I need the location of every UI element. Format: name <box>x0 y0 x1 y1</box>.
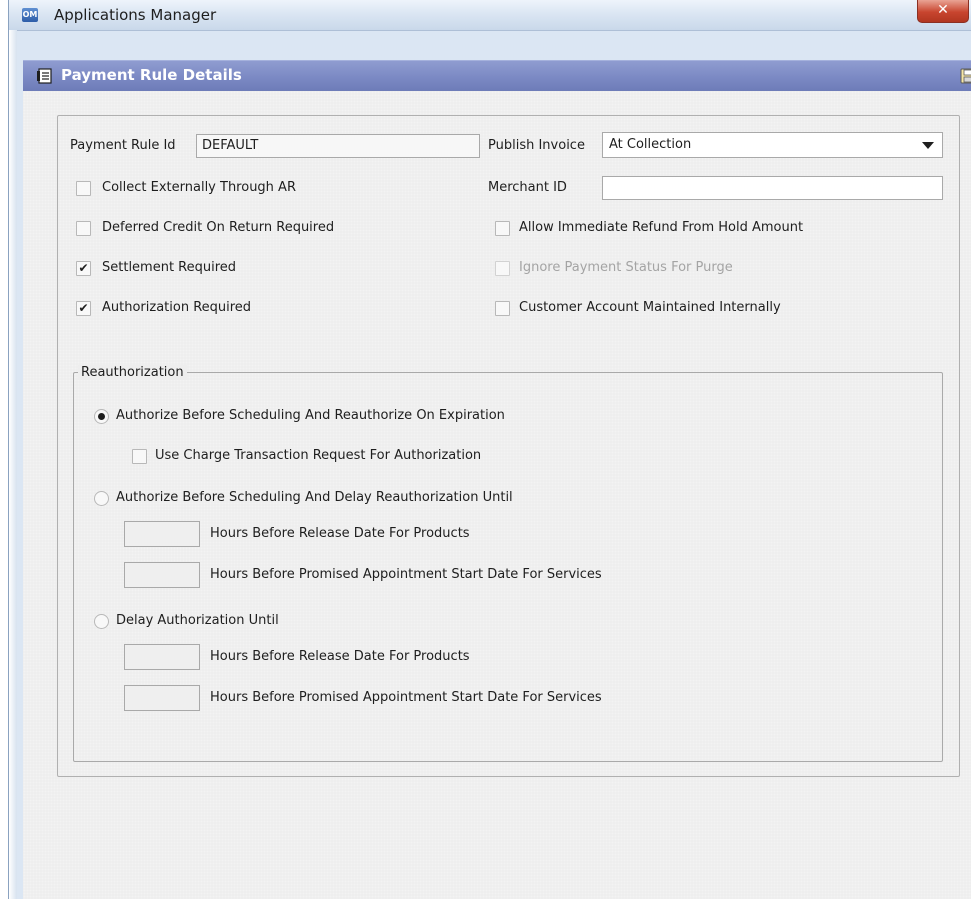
option3-hours-services-label: Hours Before Promised Appointment Start … <box>210 690 602 705</box>
authorization-required-label: Authorization Required <box>102 300 252 315</box>
payment-rule-form: Payment Rule Id DEFAULT Publish Invoice … <box>57 115 960 777</box>
option3-hours-products-field[interactable] <box>124 644 200 670</box>
ignore-payment-status-label: Ignore Payment Status For Purge <box>519 260 733 275</box>
chevron-down-icon[interactable] <box>922 142 934 149</box>
deferred-credit-checkbox[interactable] <box>76 221 91 236</box>
reauthorize-on-expiration-radio[interactable] <box>94 409 109 424</box>
publish-invoice-value: At Collection <box>609 137 692 152</box>
option3-hours-services-field[interactable] <box>124 685 200 711</box>
deferred-credit-label: Deferred Credit On Return Required <box>102 220 335 235</box>
authorization-required-checkbox[interactable]: ✔ <box>76 301 91 316</box>
delay-authorization-label: Delay Authorization Until <box>116 613 279 628</box>
option2-hours-products-field[interactable] <box>124 521 200 547</box>
save-icon[interactable] <box>960 68 971 84</box>
merchant-id-field[interactable] <box>602 176 943 200</box>
option2-hours-services-label: Hours Before Promised Appointment Start … <box>210 567 602 582</box>
panel-header: Payment Rule Details <box>23 60 971 91</box>
delay-reauthorization-radio[interactable] <box>94 491 109 506</box>
option2-hours-services-field[interactable] <box>124 562 200 588</box>
collect-externally-checkbox[interactable] <box>76 181 91 196</box>
delay-reauthorization-label: Authorize Before Scheduling And Delay Re… <box>116 490 513 505</box>
option3-hours-products-label: Hours Before Release Date For Products <box>210 649 470 664</box>
use-charge-transaction-checkbox[interactable] <box>132 449 147 464</box>
panel-title: Payment Rule Details <box>61 66 242 84</box>
customer-account-internal-checkbox[interactable] <box>495 301 510 316</box>
title-bar[interactable]: OM Applications Manager ✕ <box>9 0 971 31</box>
panel-content: Payment Rule Id DEFAULT Publish Invoice … <box>23 91 971 899</box>
merchant-id-label: Merchant ID <box>488 180 567 195</box>
ignore-payment-status-checkbox <box>495 261 510 276</box>
use-charge-transaction-label: Use Charge Transaction Request For Autho… <box>155 448 482 463</box>
application-window: OM Applications Manager ✕ Payment Rule D… <box>8 0 971 899</box>
settlement-required-checkbox[interactable]: ✔ <box>76 261 91 276</box>
allow-immediate-refund-label: Allow Immediate Refund From Hold Amount <box>519 220 804 235</box>
allow-immediate-refund-checkbox[interactable] <box>495 221 510 236</box>
payment-rule-id-label: Payment Rule Id <box>70 138 176 153</box>
publish-invoice-select[interactable]: At Collection <box>602 132 943 158</box>
delay-authorization-radio[interactable] <box>94 614 109 629</box>
customer-account-internal-label: Customer Account Maintained Internally <box>519 300 781 315</box>
collect-externally-label: Collect Externally Through AR <box>102 180 296 195</box>
window-left-border <box>9 30 17 899</box>
reauthorization-legend: Reauthorization <box>78 365 187 380</box>
window-title: Applications Manager <box>54 6 217 24</box>
document-list-icon <box>37 68 52 84</box>
reauthorize-on-expiration-label: Authorize Before Scheduling And Reauthor… <box>116 408 505 423</box>
close-button[interactable]: ✕ <box>917 0 969 23</box>
publish-invoice-label: Publish Invoice <box>488 138 585 153</box>
app-icon: OM <box>22 8 38 22</box>
settlement-required-label: Settlement Required <box>102 260 237 275</box>
payment-rule-id-field[interactable]: DEFAULT <box>196 134 480 158</box>
option2-hours-products-label: Hours Before Release Date For Products <box>210 526 470 541</box>
